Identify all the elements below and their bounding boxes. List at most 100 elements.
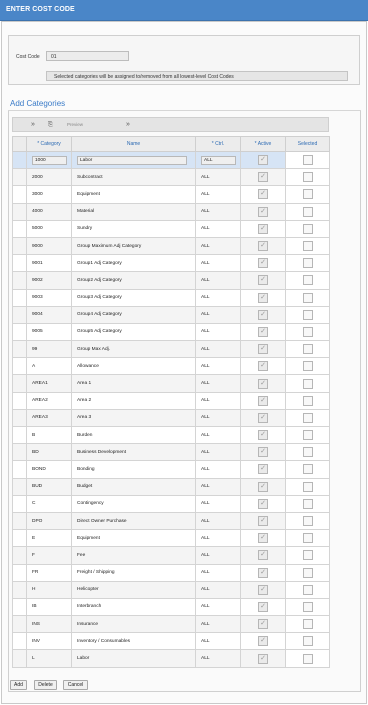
selected-checkbox[interactable]	[302, 464, 313, 475]
column-header-category[interactable]: * Category	[26, 136, 72, 152]
row-selector[interactable]	[12, 511, 27, 531]
ctrl-cell[interactable]: ALL	[195, 202, 241, 221]
ctrl-cell[interactable]: ALL	[195, 288, 241, 307]
add-button[interactable]: Add	[10, 680, 27, 690]
table-row[interactable]: B Burden ALL ✓	[12, 425, 330, 445]
selected-checkbox[interactable]	[302, 326, 313, 337]
table-row[interactable]: AREA3 Area 3 ALL ✓	[12, 408, 330, 428]
ctrl-cell[interactable]: ALL	[195, 529, 241, 548]
active-checkbox[interactable]: ✓	[258, 326, 268, 337]
name-cell[interactable]: Insurance	[71, 615, 196, 634]
category-cell[interactable]: B	[26, 425, 72, 445]
selected-checkbox[interactable]	[302, 447, 313, 458]
ctrl-cell[interactable]: ALL	[195, 322, 241, 342]
row-selector[interactable]	[12, 340, 27, 359]
selected-checkbox[interactable]	[302, 601, 313, 612]
ctrl-cell[interactable]: ALL	[195, 340, 241, 359]
selected-checkbox[interactable]	[302, 189, 313, 200]
name-cell[interactable]: Bonding	[71, 460, 196, 479]
name-cell[interactable]: Group3 Adj Category	[71, 288, 196, 307]
ctrl-cell[interactable]: ALL	[195, 425, 241, 445]
selected-checkbox[interactable]	[302, 361, 313, 372]
category-cell[interactable]: 3000	[26, 185, 72, 204]
category-cell[interactable]: BUD	[26, 477, 72, 496]
selected-checkbox[interactable]	[302, 155, 313, 166]
name-cell[interactable]: Fee	[71, 546, 196, 565]
name-cell[interactable]: Group Max Adj.	[71, 340, 196, 359]
ctrl-cell[interactable]: ALL	[195, 185, 241, 204]
row-selector[interactable]	[12, 546, 27, 565]
row-selector[interactable]	[12, 288, 27, 307]
table-row[interactable]: C Contingency ALL ✓	[12, 494, 330, 513]
selected-checkbox[interactable]	[302, 636, 313, 647]
preview-button[interactable]: Preview	[67, 122, 83, 127]
column-header-active[interactable]: * Active	[240, 136, 286, 152]
name-cell[interactable]: Group1 Adj Category	[71, 254, 196, 273]
active-checkbox[interactable]: ✓	[258, 430, 268, 441]
name-cell[interactable]: Sundry	[71, 219, 196, 238]
category-cell[interactable]: 9002	[26, 271, 72, 290]
name-cell[interactable]: Group2 Adj Category	[71, 271, 196, 290]
row-selector[interactable]	[12, 150, 27, 170]
name-cell[interactable]: Subcontract	[71, 168, 196, 187]
selected-checkbox[interactable]	[302, 241, 313, 252]
selected-checkbox[interactable]	[302, 292, 313, 303]
ctrl-cell[interactable]: ALL	[195, 219, 241, 238]
active-checkbox[interactable]: ✓	[258, 378, 268, 389]
active-checkbox[interactable]: ✓	[258, 189, 268, 200]
cost-code-field[interactable]: 01	[46, 51, 129, 61]
ctrl-cell[interactable]: ALL	[195, 511, 241, 531]
table-row[interactable]: AREA2 Area 2 ALL ✓	[12, 391, 330, 410]
table-row[interactable]: 9001 Group1 Adj Category ALL ✓	[12, 254, 330, 273]
selected-checkbox[interactable]	[302, 378, 313, 389]
row-selector[interactable]	[12, 357, 27, 376]
selected-checkbox[interactable]	[302, 550, 313, 561]
category-cell[interactable]: BOND	[26, 460, 72, 479]
ctrl-cell[interactable]: ALL	[195, 374, 241, 393]
row-selector[interactable]	[12, 563, 27, 582]
row-selector[interactable]	[12, 271, 27, 290]
row-selector[interactable]	[12, 322, 27, 342]
row-selector[interactable]	[12, 494, 27, 513]
active-checkbox[interactable]: ✓	[258, 172, 268, 183]
ctrl-cell[interactable]: ALL	[195, 460, 241, 479]
category-cell[interactable]: 9003	[26, 288, 72, 307]
active-checkbox[interactable]: ✓	[258, 292, 268, 303]
cancel-button[interactable]: Cancel	[63, 680, 88, 690]
selected-checkbox[interactable]	[302, 481, 313, 492]
category-cell[interactable]: 9005	[26, 322, 72, 342]
table-row[interactable]: E Equipment ALL ✓	[12, 529, 330, 548]
row-selector[interactable]	[12, 219, 27, 238]
table-row[interactable]: 1000 Labor ALL ✓	[12, 150, 330, 170]
table-row[interactable]: 9005 Group5 Adj Category ALL ✓	[12, 322, 330, 342]
row-selector[interactable]	[12, 443, 27, 462]
row-selector[interactable]	[12, 236, 27, 256]
category-cell[interactable]: A	[26, 357, 72, 376]
table-row[interactable]: AREA1 Area 1 ALL ✓	[12, 374, 330, 393]
category-cell[interactable]: AREA1	[26, 374, 72, 393]
active-checkbox[interactable]: ✓	[258, 344, 268, 355]
category-cell[interactable]: C	[26, 494, 72, 513]
active-checkbox[interactable]: ✓	[258, 155, 268, 166]
selected-checkbox[interactable]	[302, 275, 313, 286]
ctrl-cell[interactable]: ALL	[195, 254, 241, 273]
active-checkbox[interactable]: ✓	[258, 601, 268, 612]
selected-checkbox[interactable]	[302, 584, 313, 595]
selected-checkbox[interactable]	[302, 206, 313, 217]
active-checkbox[interactable]: ✓	[258, 619, 268, 630]
column-header-name[interactable]: Name	[71, 136, 196, 152]
name-cell[interactable]: Material	[71, 202, 196, 221]
selected-checkbox[interactable]	[302, 412, 313, 423]
ctrl-cell[interactable]: ALL	[195, 580, 241, 599]
name-cell[interactable]: Budget	[71, 477, 196, 496]
selected-checkbox[interactable]	[302, 309, 313, 320]
selected-checkbox[interactable]	[302, 653, 313, 664]
name-cell[interactable]: Equipment	[71, 529, 196, 548]
active-checkbox[interactable]: ✓	[258, 275, 268, 286]
table-row[interactable]: F Fee ALL ✓	[12, 546, 330, 565]
name-cell[interactable]: Group5 Adj Category	[71, 322, 196, 342]
category-cell[interactable]: 4000	[26, 202, 72, 221]
table-row[interactable]: BUD Budget ALL ✓	[12, 477, 330, 496]
active-checkbox[interactable]: ✓	[258, 241, 268, 252]
selected-checkbox[interactable]	[302, 516, 313, 527]
